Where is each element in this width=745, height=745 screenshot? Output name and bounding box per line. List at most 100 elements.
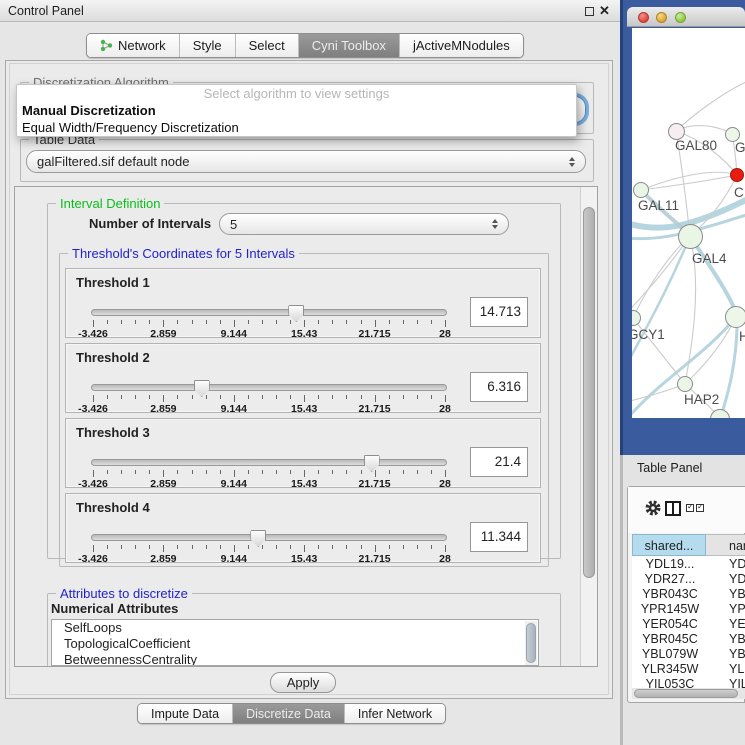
network-node[interactable] [678,224,703,249]
scrollbar-thumb[interactable] [583,207,595,578]
network-node[interactable] [730,168,744,182]
algorithm-dropdown-popup: Select algorithm to view settings Manual… [16,84,577,137]
minimize-light[interactable] [656,12,667,23]
cell: YBR0 [729,587,745,602]
tab-infer-network[interactable]: Infer Network [345,704,445,723]
slider-tick-labels: -3.4262.8599.14415.4321.71528 [93,478,445,489]
tab-label: Network [118,38,166,53]
threshold-3-slider[interactable] [91,459,447,466]
node-label: GCY1 [632,327,665,342]
zoom-light[interactable] [675,12,686,23]
slider-ticks [93,395,445,403]
dropdown-option-equal-width[interactable]: Equal Width/Frequency Discretization [17,119,576,136]
table-row[interactable]: YDL19...YDL1 [632,557,745,572]
tab-select[interactable]: Select [236,34,299,57]
column-header-shared-name[interactable]: shared... [632,534,706,556]
network-canvas[interactable]: GAL80GCGAL11GAL4GCY1HHAP2 [632,28,745,418]
tab-label: Select [249,38,285,53]
tick-label: 21.715 [359,328,391,340]
combobox-value: galFiltered.sif default node [37,154,189,169]
tab-cyni-toolbox[interactable]: Cyni Toolbox [299,34,400,57]
threshold-3-value-field[interactable]: 21.4 [470,447,528,477]
checkbox-icon[interactable] [696,504,704,512]
node-label: G [735,140,745,155]
table-row[interactable]: YER054CYER0 [632,617,745,632]
tick-label: -3.426 [78,478,108,490]
tick-label: 15.43 [291,328,317,340]
stepper-icon [569,157,575,167]
float-icon[interactable] [585,7,594,16]
node-table[interactable]: shared... name YDL19...YDL1 YDR27...YDR2… [632,534,745,690]
cell: YLR345W [634,662,706,677]
table-data-combobox[interactable]: galFiltered.sif default node [26,150,586,173]
apply-button[interactable]: Apply [270,672,336,693]
network-node[interactable] [633,182,649,198]
control-panel-title: Control Panel [8,4,84,18]
tick-label: 2.859 [150,328,176,340]
threshold-4-slider[interactable] [91,534,447,541]
threshold-label: Threshold 4 [76,500,150,515]
threshold-4-panel: Threshold 4 -3.4262.8599.14415.4321.7152… [65,493,541,563]
table-row[interactable]: YPR145WYPR1 [632,602,745,617]
table-row[interactable]: YBR045CYBR0 [632,632,745,647]
close-icon[interactable]: ✕ [599,3,610,19]
close-light[interactable] [638,12,649,23]
tick-label: 9.144 [221,478,247,490]
cell: YDL19... [634,557,706,572]
dropdown-option-manual[interactable]: Manual Discretization [17,102,576,119]
cell: YBR043C [634,587,706,602]
threshold-1-value-field[interactable]: 14.713 [470,297,528,327]
network-window-titlebar[interactable] [627,7,745,27]
list-item[interactable]: TopologicalCoefficient [52,636,538,652]
threshold-2-value-field[interactable]: 6.316 [470,372,528,402]
tab-jactivemnodules[interactable]: jActiveMNodules [400,34,523,57]
checkbox-icon[interactable] [686,504,694,512]
cell: YBR045C [634,632,706,647]
slider-ticks [93,545,445,553]
table-row[interactable]: YLR345W YLR3 [632,662,745,677]
tab-label: Style [193,38,222,53]
slider-tick-labels: -3.4262.8599.14415.4321.71528 [93,403,445,414]
cell: YPR145W [634,602,706,617]
node-label: HAP2 [684,392,719,407]
network-node[interactable] [668,123,685,140]
list-item[interactable]: BetweennessCentrality [52,652,538,666]
list-item[interactable]: SelfLoops [52,620,538,636]
threshold-4-value-field[interactable]: 11.344 [470,522,528,552]
tick-label: 28 [439,328,451,340]
threshold-label: Threshold 2 [76,350,150,365]
threshold-label: Threshold 3 [76,425,150,440]
list-scrollbar[interactable] [525,621,537,665]
split-pane-icon[interactable] [665,501,681,516]
tab-impute-data[interactable]: Impute Data [138,704,233,723]
tick-label: 21.715 [359,403,391,415]
num-intervals-combobox[interactable]: 5 [219,213,509,235]
tab-discretize-data[interactable]: Discretize Data [233,704,345,723]
threshold-2-slider[interactable] [91,384,447,391]
network-node[interactable] [677,376,693,392]
network-node[interactable] [725,306,745,328]
numerical-attributes-list[interactable]: SelfLoops TopologicalCoefficient Between… [51,619,539,666]
threshold-1-panel: Threshold 1 -3.4262.8599.14415.4321.7152… [65,268,541,338]
scrollbar-thumb[interactable] [526,623,536,663]
tab-style[interactable]: Style [180,34,236,57]
table-row[interactable]: YBL079WYBL0 [632,647,745,662]
column-header-name[interactable]: name [706,534,745,556]
table-row[interactable]: YDR27...YDR2 [632,572,745,587]
node-label: GAL80 [675,138,717,153]
slider-tick-labels: -3.4262.8599.14415.4321.71528 [93,553,445,564]
scrollbar-thumb[interactable] [634,689,738,698]
tick-label: 2.859 [150,553,176,565]
tick-label: 21.715 [359,553,391,565]
threshold-1-slider[interactable] [91,309,447,316]
table-row[interactable]: YBR043C YBR0 [632,587,745,602]
tab-label: Impute Data [151,707,219,721]
tab-network[interactable]: Network [87,34,180,57]
horizontal-scrollbar[interactable] [632,688,745,699]
group-title: Threshold's Coordinates for 5 Intervals [68,246,299,261]
cell: YDR27... [634,572,706,587]
cell: YLR3 [729,662,745,677]
tick-label: 15.43 [291,478,317,490]
vertical-scrollbar[interactable] [580,187,597,666]
gear-icon[interactable] [644,499,662,522]
